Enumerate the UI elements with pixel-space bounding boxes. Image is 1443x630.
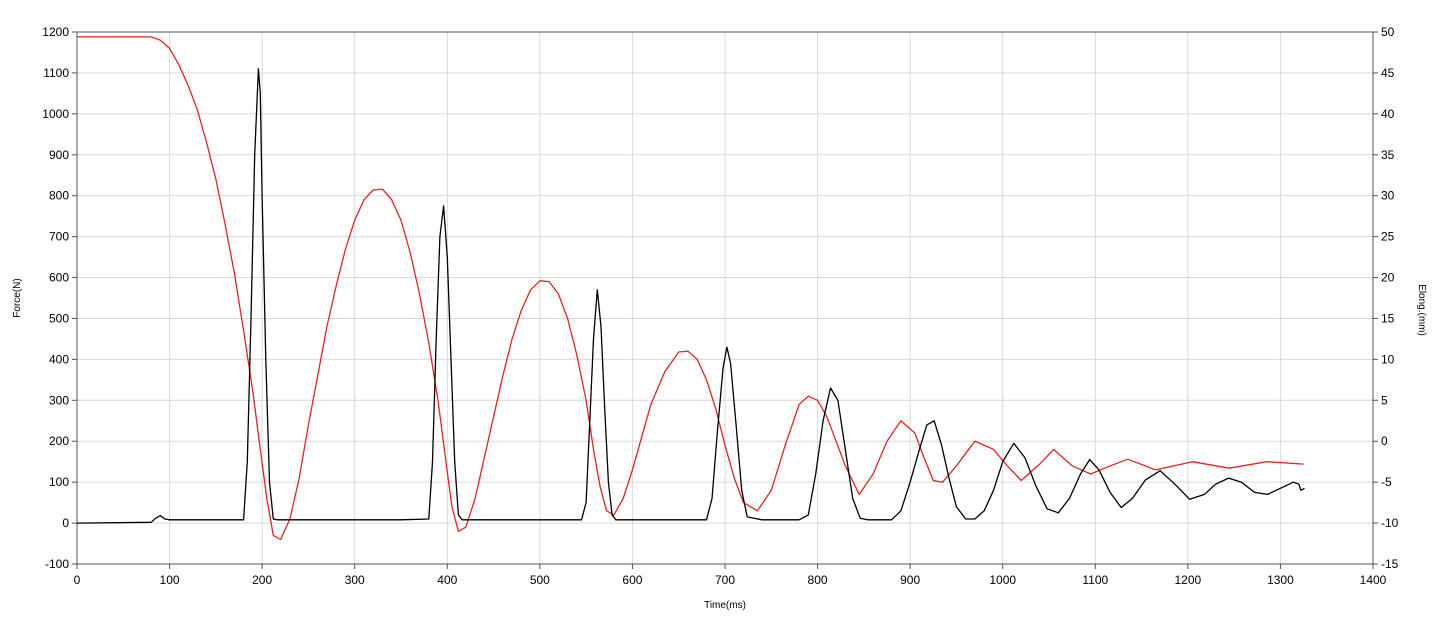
y-tick-label: 1200 (42, 25, 69, 39)
x-tick-label: 1100 (1082, 573, 1108, 587)
x-tick-label: 800 (808, 573, 828, 587)
y2-tick-label: -5 (1381, 475, 1392, 489)
gridlines (77, 32, 1373, 564)
y2-tick-label: 15 (1381, 311, 1395, 325)
y-tick-label: 100 (49, 475, 69, 489)
y-tick-label: -100 (45, 557, 69, 571)
x-tick-label: 1300 (1267, 573, 1294, 587)
x-tick-label: 100 (160, 573, 180, 587)
x-tick-label: 1200 (1175, 573, 1202, 587)
x-tick-label: 0 (74, 573, 81, 587)
x-tick-label: 400 (437, 573, 457, 587)
x-tick-label: 700 (715, 573, 735, 587)
y-tick-label: 400 (49, 352, 69, 366)
y-tick-label: 200 (49, 434, 69, 448)
y2-tick-label: 50 (1381, 25, 1395, 39)
y-tick-label: 300 (49, 393, 69, 407)
x-tick-label: 600 (622, 573, 642, 587)
y2-tick-label: 20 (1381, 271, 1395, 285)
y-axis-title: Force(N) (12, 278, 23, 317)
y-tick-label: 500 (49, 311, 69, 325)
x-tick-label: 900 (900, 573, 920, 587)
series-layer (76, 36, 1305, 541)
x-tick-label: 1000 (989, 573, 1016, 587)
x-axis-title: Time(ms) (704, 600, 746, 611)
axis-ticks: 0 100 200 300 400 500 600 700 800 900 1000 1100 1200… (42, 25, 1398, 587)
y2-tick-label: 40 (1381, 107, 1395, 121)
x-tick-label: 500 (530, 573, 550, 587)
y2-tick-label: -10 (1381, 516, 1399, 530)
y2-tick-label: 30 (1381, 189, 1395, 203)
x-tick-label: 200 (252, 573, 272, 587)
chart-container: 0 100 200 300 400 500 600 700 800 900 1000 1100 1200… (0, 0, 1443, 625)
y-tick-label: 700 (49, 230, 69, 244)
y-tick-label: 0 (62, 516, 69, 530)
y2-tick-label: -15 (1381, 557, 1399, 571)
line-chart: 0 100 200 300 400 500 600 700 800 900 1000 1100 1200… (12, 25, 1427, 611)
x-tick-label: 1400 (1360, 573, 1387, 587)
y-tick-label: 1100 (43, 66, 69, 80)
y-tick-label: 600 (49, 271, 69, 285)
y2-tick-label: 10 (1381, 352, 1395, 366)
y2-axis-title: Elong.(mm) (1416, 284, 1427, 336)
y2-tick-label: 25 (1381, 230, 1395, 244)
y2-tick-label: 45 (1381, 66, 1395, 80)
y-tick-label: 800 (49, 189, 69, 203)
x-tick-label: 300 (345, 573, 365, 587)
y2-tick-label: 35 (1381, 148, 1395, 162)
y-tick-label: 1000 (42, 107, 69, 121)
y-tick-label: 900 (49, 148, 69, 162)
y2-tick-label: 5 (1381, 393, 1388, 407)
y2-tick-label: 0 (1381, 434, 1388, 448)
